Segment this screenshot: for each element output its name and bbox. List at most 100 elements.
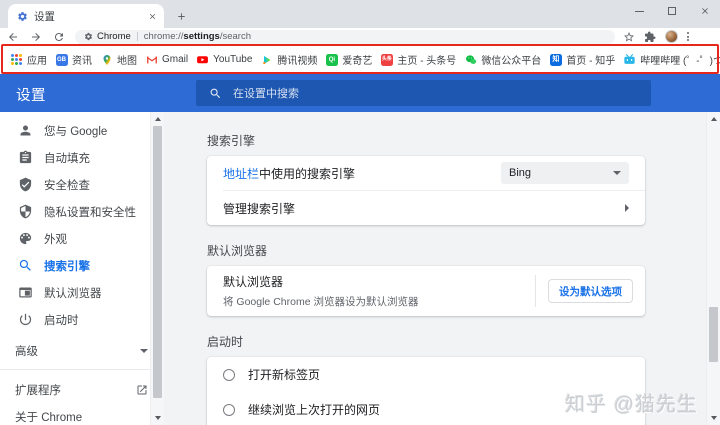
- url-text: chrome://settings/search: [144, 31, 251, 42]
- plus-icon: [176, 11, 187, 22]
- person-icon: [18, 123, 33, 138]
- toutiao-icon: 头条: [380, 53, 393, 66]
- radio-circle-icon[interactable]: [223, 404, 235, 416]
- settings-sidebar: 您与 Google 自动填充 安全检查 隐私设置和安全性 外观 搜索引擎: [0, 112, 164, 425]
- sidebar-scrollbar-thumb[interactable]: [153, 126, 162, 398]
- maximize-icon: [668, 7, 676, 15]
- back-button[interactable]: [3, 29, 23, 45]
- radio-circle-icon[interactable]: [223, 369, 235, 381]
- browser-window-icon: [18, 285, 33, 300]
- section-title-startup: 启动时: [207, 316, 645, 350]
- external-link-icon: [136, 384, 148, 396]
- extensions-button[interactable]: [644, 31, 656, 43]
- sidebar-item-autofill[interactable]: 自动填充: [0, 144, 164, 171]
- sidebar-scrollbar[interactable]: [150, 112, 164, 425]
- bookmark-item-bilibili[interactable]: 哔哩哔哩 (゜-゜)つ...: [623, 52, 720, 67]
- bookmark-item-youtube[interactable]: YouTube: [196, 53, 252, 66]
- sidebar-item-search-engine[interactable]: 搜索引擎: [0, 252, 164, 279]
- scroll-down-icon[interactable]: [711, 416, 717, 420]
- bookmark-item-wechat[interactable]: 微信公众平台: [464, 52, 541, 67]
- sidebar-item-you-and-google[interactable]: 您与 Google: [0, 117, 164, 144]
- reload-button[interactable]: [49, 29, 69, 45]
- bookmark-item-maps[interactable]: 地图: [100, 52, 137, 67]
- sidebar-item-safety-check[interactable]: 安全检查: [0, 171, 164, 198]
- bookmarks-bar: 应用 GB资讯 地图 Gmail YouTube 腾讯视频 Qi爱奇艺: [0, 45, 720, 74]
- bookmark-item-gmail[interactable]: Gmail: [145, 53, 188, 66]
- reload-icon: [53, 31, 65, 43]
- gmail-icon: [145, 53, 158, 66]
- section-title-default-browser: 默认浏览器: [207, 225, 645, 259]
- chip-separator: [137, 32, 138, 41]
- address-bar-link[interactable]: 地址栏: [223, 167, 259, 181]
- bookmark-item-zhihu[interactable]: 知首页 - 知乎: [549, 52, 615, 67]
- set-default-button[interactable]: 设为默认选项: [548, 279, 633, 303]
- browser-tab[interactable]: 设置: [8, 4, 164, 28]
- bilibili-icon: [623, 53, 636, 66]
- maximize-button[interactable]: [668, 7, 676, 15]
- search-engine-select[interactable]: Bing: [501, 162, 629, 184]
- puzzle-icon: [644, 31, 656, 43]
- forward-button[interactable]: [26, 29, 46, 45]
- browser-window: 设置 Chrome chrome: [0, 0, 720, 425]
- chevron-right-icon: [625, 204, 629, 212]
- news-icon: GB: [55, 53, 68, 66]
- sidebar-divider: [0, 369, 164, 370]
- search-engine-icon: [18, 258, 33, 273]
- url-chip-text: Chrome: [97, 31, 131, 42]
- settings-content: 搜索引擎 地址栏中使用的搜索引擎 Bing 管理搜索引擎: [164, 112, 720, 425]
- content-scrollbar[interactable]: [706, 112, 720, 425]
- bookmark-item-apps[interactable]: 应用: [10, 52, 47, 67]
- radio-row-open-new-tab[interactable]: 打开新标签页: [207, 357, 645, 392]
- settings-header: 设置 在设置中搜索: [0, 74, 720, 112]
- back-arrow-icon: [7, 31, 19, 43]
- settings-page: 您与 Google 自动填充 安全检查 隐私设置和安全性 外观 搜索引擎: [0, 112, 720, 425]
- minimize-icon: [635, 11, 644, 12]
- zhihu-icon: 知: [549, 53, 562, 66]
- watermark: 知乎 @猫先生: [565, 388, 698, 417]
- autofill-icon: [18, 150, 33, 165]
- card-default-browser: 默认浏览器 将 Google Chrome 浏览器设为默认浏览器 设为默认选项: [207, 266, 645, 316]
- sidebar-item-appearance[interactable]: 外观: [0, 225, 164, 252]
- vertical-divider: [535, 275, 536, 307]
- default-browser-title: 默认浏览器: [223, 273, 523, 290]
- content-scrollbar-thumb[interactable]: [709, 307, 718, 362]
- address-toolbar: Chrome chrome://settings/search: [0, 28, 720, 45]
- bookmark-item-toutiao[interactable]: 头条主页 - 头条号: [380, 52, 456, 67]
- bookmark-star-button[interactable]: [623, 31, 635, 43]
- scroll-down-icon[interactable]: [155, 416, 161, 420]
- sidebar-item-privacy[interactable]: 隐私设置和安全性: [0, 198, 164, 225]
- section-title-search-engine: 搜索引擎: [207, 112, 645, 149]
- site-chip-gear-icon: [84, 32, 93, 41]
- sidebar-item-default-browser[interactable]: 默认浏览器: [0, 279, 164, 306]
- new-tab-button[interactable]: [172, 7, 190, 25]
- select-value: Bing: [509, 167, 531, 179]
- search-icon: [209, 87, 222, 100]
- settings-search-placeholder: 在设置中搜索: [233, 85, 299, 101]
- extensions-link[interactable]: 扩展程序: [0, 376, 164, 403]
- scroll-up-icon[interactable]: [155, 117, 161, 121]
- bookmark-item-news[interactable]: GB资讯: [55, 52, 92, 67]
- row-manage-engines[interactable]: 管理搜索引擎: [207, 191, 645, 225]
- sidebar-item-startup[interactable]: 启动时: [0, 306, 164, 333]
- scroll-up-icon[interactable]: [711, 117, 717, 121]
- bookmark-item-tencent-video[interactable]: 腾讯视频: [260, 52, 317, 67]
- about-chrome-link[interactable]: 关于 Chrome: [0, 403, 164, 425]
- card-search-engine: 地址栏中使用的搜索引擎 Bing 管理搜索引擎: [207, 156, 645, 225]
- settings-page-title: 设置: [16, 84, 46, 105]
- settings-search-box[interactable]: 在设置中搜索: [196, 80, 651, 106]
- youtube-icon: [196, 53, 209, 66]
- tab-title: 设置: [34, 9, 148, 24]
- profile-avatar[interactable]: [665, 30, 678, 43]
- star-icon: [623, 31, 635, 43]
- omnibox[interactable]: Chrome chrome://settings/search: [75, 30, 615, 44]
- browser-menu-button[interactable]: [687, 32, 689, 41]
- palette-icon: [18, 231, 33, 246]
- tab-close-icon[interactable]: [148, 12, 157, 21]
- settings-gear-favicon-icon: [17, 11, 28, 22]
- bookmark-item-iqiyi[interactable]: Qi爱奇艺: [325, 52, 372, 67]
- wechat-icon: [464, 53, 477, 66]
- minimize-button[interactable]: [635, 11, 644, 12]
- close-window-button[interactable]: [700, 6, 710, 16]
- advanced-toggle[interactable]: 高级: [0, 337, 164, 364]
- close-icon: [700, 6, 710, 16]
